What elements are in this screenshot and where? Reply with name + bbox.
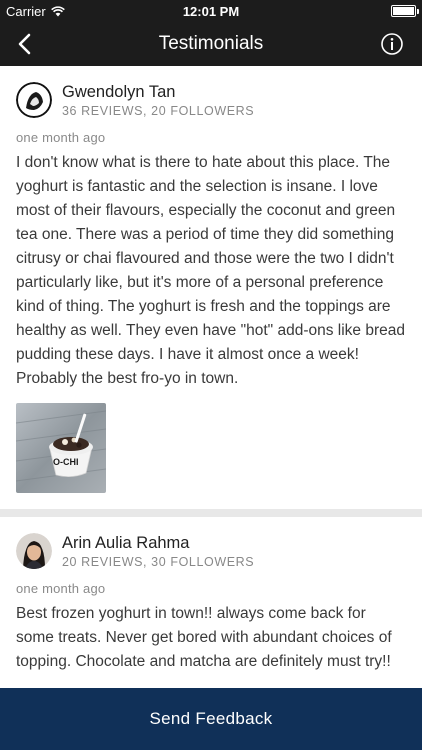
page-title: Testimonials	[158, 33, 264, 54]
review-text: Best frozen yoghurt in town!! always com…	[16, 605, 392, 670]
navigation-bar: Testimonials	[0, 22, 422, 66]
battery-icon	[391, 5, 419, 17]
send-feedback-label: Send Feedback	[149, 709, 273, 728]
status-bar: Carrier 12:01 PM	[0, 0, 422, 22]
testimonials-list[interactable]: Gwendolyn Tan 36 REVIEWS, 20 FOLLOWERS o…	[0, 66, 422, 688]
photo-cup-label: O-CHI	[53, 457, 79, 467]
reviewer-name[interactable]: Gwendolyn Tan	[62, 82, 254, 102]
review-date: one month ago	[16, 130, 106, 145]
review-photo[interactable]: O-CHI	[16, 403, 106, 493]
reviewer-stats: 36 REVIEWS, 20 FOLLOWERS	[62, 104, 255, 118]
review-date: one month ago	[16, 581, 106, 596]
reviewer-name[interactable]: Arin Aulia Rahma	[62, 533, 254, 553]
review-header[interactable]: Arin Aulia Rahma 20 REVIEWS, 30 FOLLOWER…	[16, 531, 406, 571]
review-header[interactable]: Gwendolyn Tan 36 REVIEWS, 20 FOLLOWERS	[16, 80, 406, 120]
info-button[interactable]	[380, 32, 404, 56]
clock: 12:01 PM	[182, 4, 240, 19]
avatar[interactable]	[16, 533, 52, 569]
avatar[interactable]	[16, 82, 52, 118]
review-card: Gwendolyn Tan 36 REVIEWS, 20 FOLLOWERS o…	[0, 66, 422, 509]
send-feedback-button[interactable]: Send Feedback	[0, 688, 422, 750]
review-card: Arin Aulia Rahma 20 REVIEWS, 30 FOLLOWER…	[0, 517, 422, 688]
reviewer-stats: 20 REVIEWS, 30 FOLLOWERS	[62, 555, 255, 569]
review-text: I don't know what is there to hate about…	[16, 154, 405, 387]
info-circle-icon	[381, 33, 403, 55]
review-separator	[0, 509, 422, 517]
